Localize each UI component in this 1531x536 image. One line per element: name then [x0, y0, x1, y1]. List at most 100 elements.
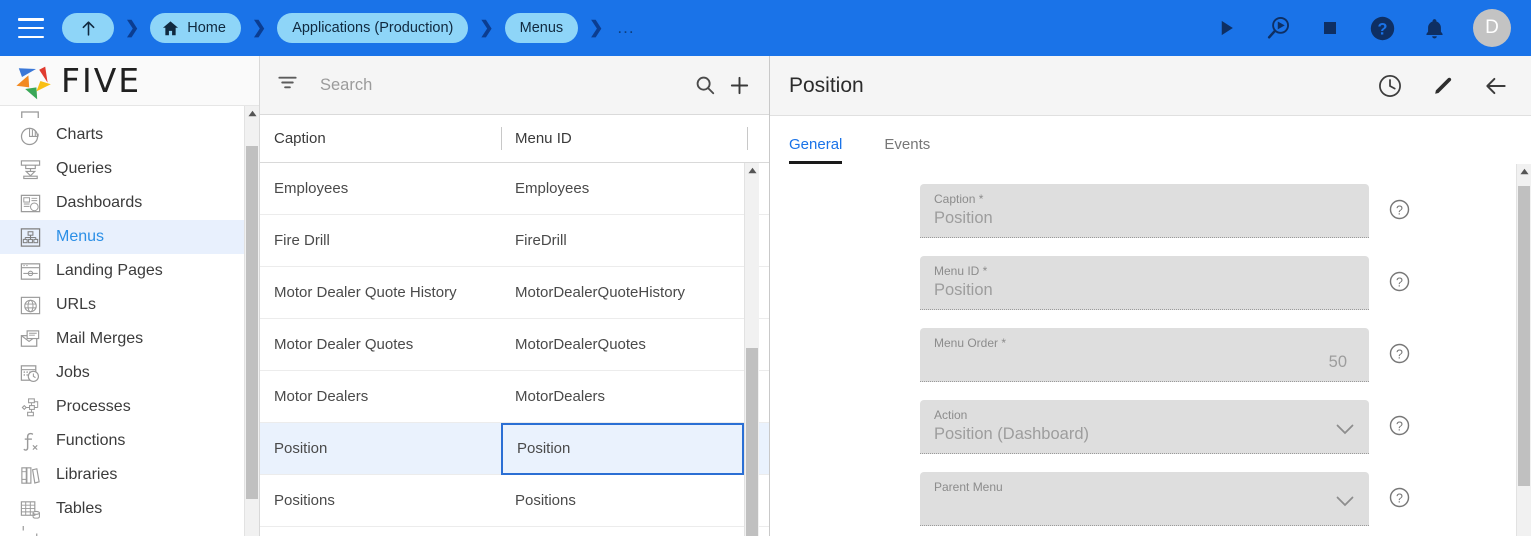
scroll-up-arrow-icon[interactable]: [245, 106, 259, 121]
search-icon[interactable]: [688, 74, 722, 96]
notifications-bell-icon[interactable]: [1419, 13, 1449, 43]
help-icon[interactable]: ?: [1388, 198, 1411, 226]
sidebar-item-libraries[interactable]: Libraries: [0, 458, 259, 492]
svg-text:?: ?: [1396, 203, 1403, 217]
search-input[interactable]: [320, 75, 688, 95]
sidebar-item-queries[interactable]: Queries: [0, 152, 259, 186]
table-row[interactable]: Motor Dealers MotorDealers: [260, 371, 769, 423]
table-row[interactable]: Employees Employees: [260, 163, 769, 215]
sidebar-item-landing-pages[interactable]: Landing Pages: [0, 254, 259, 288]
breadcrumb-overflow[interactable]: ...: [614, 18, 634, 38]
app-logo: FIVE: [0, 56, 259, 106]
detail-header: Position: [770, 56, 1531, 116]
chevron-down-icon[interactable]: [1336, 422, 1354, 440]
detail-scrollbar[interactable]: [1516, 164, 1531, 536]
sidebar-item-urls[interactable]: URLs: [0, 288, 259, 322]
home-icon: [163, 20, 179, 35]
table-row[interactable]: Positions Positions: [260, 475, 769, 527]
filter-list-icon[interactable]: [276, 71, 302, 99]
breadcrumb-label-applications: Applications (Production): [292, 20, 454, 36]
field-label: Parent Menu: [934, 480, 1003, 494]
column-header-menu-id[interactable]: Menu ID: [501, 130, 769, 147]
breadcrumb-item-applications[interactable]: Applications (Production): [277, 13, 469, 43]
sidebar-item-tables[interactable]: Tables: [0, 492, 259, 526]
hamburger-menu-icon[interactable]: [18, 18, 44, 38]
sidebar-label: Processes: [56, 398, 131, 415]
breadcrumb-up-button[interactable]: [62, 13, 114, 43]
menu-id-field[interactable]: Menu ID * Position: [920, 256, 1369, 310]
help-icon[interactable]: ?: [1388, 342, 1411, 370]
cell-menu-id: Positions: [515, 492, 576, 509]
scrollbar-thumb[interactable]: [746, 348, 758, 536]
cell-caption: Position: [274, 440, 328, 457]
sidebar-item-jobs[interactable]: Jobs: [0, 356, 259, 390]
menu-order-field[interactable]: Menu Order * 50: [920, 328, 1369, 382]
tab-events[interactable]: Events: [884, 136, 944, 164]
scrollbar-thumb[interactable]: [246, 146, 258, 499]
sidebar-item-dashboards[interactable]: Dashboards: [0, 186, 259, 220]
list-scrollbar[interactable]: [744, 163, 759, 536]
scroll-up-arrow-icon[interactable]: [745, 163, 759, 178]
help-icon[interactable]: ?: [1367, 13, 1397, 43]
help-icon[interactable]: ?: [1388, 414, 1411, 442]
sidebar-scrollbar[interactable]: [244, 106, 259, 536]
sidebar-item-processes[interactable]: Processes: [0, 390, 259, 424]
field-value: Position: [934, 281, 993, 299]
sidebar-item-functions[interactable]: Functions: [0, 424, 259, 458]
table-row[interactable]: Motor Dealer Quotes MotorDealerQuotes: [260, 319, 769, 371]
sidebar-item-menus[interactable]: Menus: [0, 220, 259, 254]
run-icon[interactable]: [1211, 13, 1241, 43]
scrollbar-thumb[interactable]: [1518, 186, 1530, 486]
breadcrumb-item-menus[interactable]: Menus: [504, 13, 579, 43]
sidebar-label: Charts: [56, 126, 104, 143]
field-row-parent-menu: Parent Menu ?: [770, 472, 1531, 526]
svg-text:?: ?: [1377, 20, 1387, 38]
back-arrow-icon[interactable]: [1483, 73, 1509, 99]
sidebar-label: Queries: [56, 160, 113, 177]
caption-field[interactable]: Caption * Position: [920, 184, 1369, 238]
history-clock-icon[interactable]: [1377, 73, 1403, 99]
scroll-up-arrow-icon[interactable]: [1517, 164, 1531, 179]
field-row-menu-order: Menu Order * 50 ?: [770, 328, 1531, 382]
app-root: ❯ Home ❯ Applications (Production) ❯ Men…: [0, 0, 1531, 536]
table-row[interactable]: Fire Drill FireDrill: [260, 215, 769, 267]
column-header-caption[interactable]: Caption: [260, 130, 501, 147]
column-resize-handle[interactable]: [501, 127, 502, 150]
cell-menu-id-focused[interactable]: Position: [501, 422, 744, 475]
debug-icon[interactable]: [1263, 13, 1293, 43]
sidebar-item-charts[interactable]: Charts: [0, 118, 259, 152]
jobs-calendar-icon: [14, 362, 46, 385]
table-row-selected[interactable]: Position Position: [260, 422, 769, 475]
sidebar-item-partial-bottom[interactable]: [0, 526, 259, 536]
stop-icon[interactable]: [1315, 13, 1345, 43]
help-icon[interactable]: ?: [1388, 270, 1411, 298]
list-search-bar: [260, 56, 769, 115]
menu-tree-icon: [14, 226, 46, 249]
sidebar-item-mail-merges[interactable]: Mail Merges: [0, 322, 259, 356]
table-row[interactable]: Motor Dealer Quote History MotorDealerQu…: [260, 267, 769, 319]
chevron-down-icon[interactable]: [1336, 494, 1354, 512]
dashboard-icon: [14, 192, 46, 215]
column-resize-handle[interactable]: [747, 127, 748, 150]
detail-tabs: General Events: [770, 116, 1531, 164]
help-icon[interactable]: ?: [1388, 486, 1411, 514]
sidebar-label: Dashboards: [56, 194, 143, 211]
field-label: Action: [934, 408, 968, 422]
topbar-actions: ? D: [1211, 9, 1517, 47]
list-table-header: Caption Menu ID: [260, 115, 769, 163]
detail-form: Caption * Position ? Menu ID * Position …: [770, 164, 1531, 526]
edit-pencil-icon[interactable]: [1430, 73, 1456, 99]
plus-icon[interactable]: [722, 74, 756, 97]
function-icon: [14, 430, 46, 453]
detail-actions: [1377, 73, 1513, 99]
tab-general[interactable]: General: [789, 136, 856, 164]
avatar[interactable]: D: [1473, 9, 1511, 47]
breadcrumb-separator: ❯: [479, 18, 494, 37]
parent-menu-select[interactable]: Parent Menu: [920, 472, 1369, 526]
cell-menu-id: Employees: [515, 180, 590, 197]
cell-menu-id: FireDrill: [515, 232, 567, 249]
action-select[interactable]: Action Position (Dashboard): [920, 400, 1369, 454]
sidebar-label: Landing Pages: [56, 262, 163, 279]
breadcrumb-item-home[interactable]: Home: [150, 13, 241, 43]
sidebar-item-partial-top[interactable]: [0, 106, 259, 118]
